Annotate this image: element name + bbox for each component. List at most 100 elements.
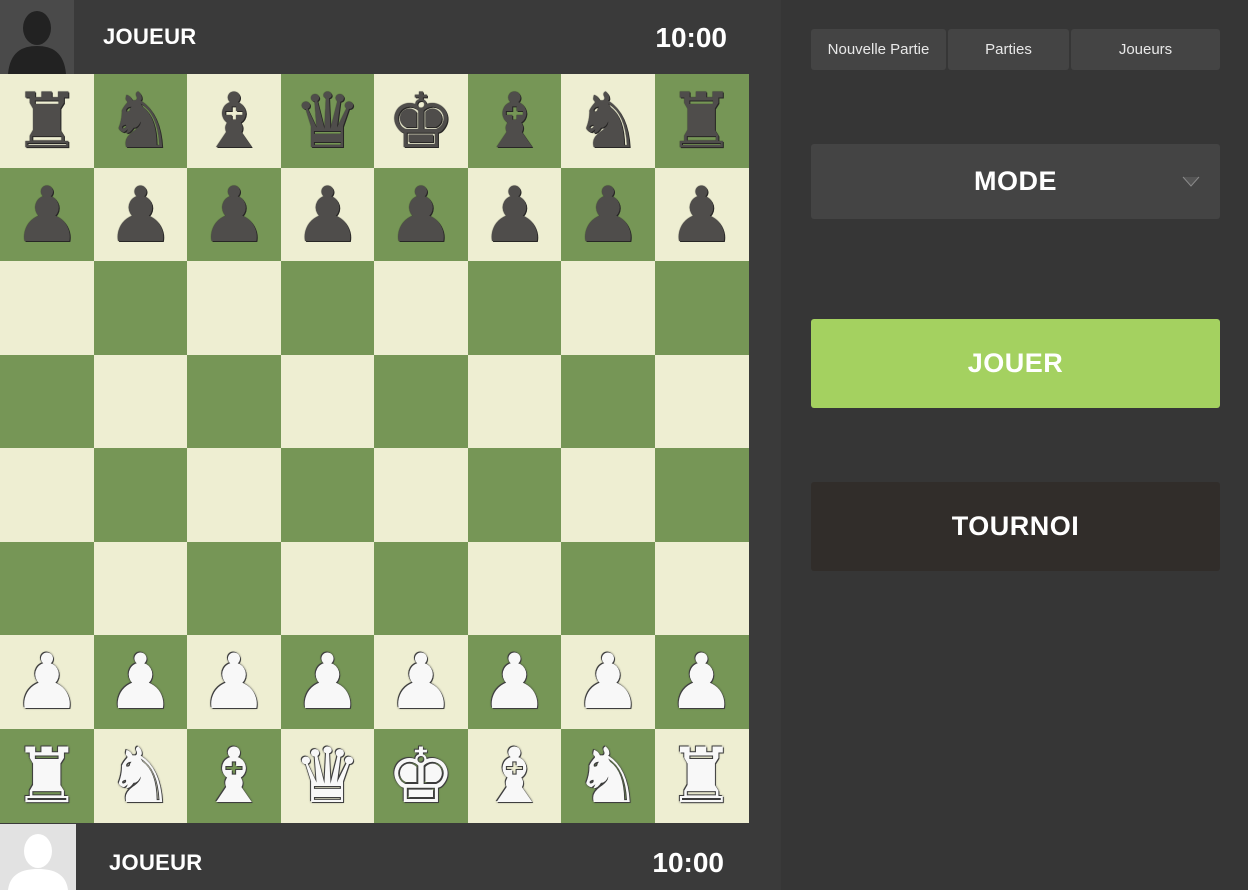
square-g6[interactable] [561,261,655,355]
square-h7[interactable]: ♟ [654,167,749,262]
black-bishop-icon[interactable]: ♝ [480,83,548,159]
square-a6[interactable] [0,261,94,355]
black-rook-icon[interactable]: ♜ [667,83,735,159]
white-knight-icon[interactable]: ♞ [574,737,642,814]
tab-new-game[interactable]: Nouvelle Partie [811,29,946,70]
white-pawn-icon[interactable]: ♟ [387,644,455,720]
square-h4[interactable] [654,448,749,542]
black-rook-icon[interactable]: ♜ [13,83,81,159]
square-d7[interactable]: ♟ [280,167,375,262]
square-e5[interactable] [374,354,468,449]
square-h3[interactable] [654,541,749,636]
square-d2[interactable]: ♟ [280,635,375,729]
square-e7[interactable]: ♟ [374,167,468,262]
white-pawn-icon[interactable]: ♟ [106,644,174,720]
white-rook-icon[interactable]: ♜ [13,737,81,814]
black-pawn-icon[interactable]: ♟ [480,176,548,253]
square-f5[interactable] [467,354,562,449]
square-d5[interactable] [280,354,375,449]
white-pawn-icon[interactable]: ♟ [293,644,361,720]
black-pawn-icon[interactable]: ♟ [293,176,361,253]
white-pawn-icon[interactable]: ♟ [200,644,268,720]
square-h2[interactable]: ♟ [654,635,749,729]
square-f8[interactable]: ♝ [467,74,562,168]
white-queen-icon[interactable]: ♛ [293,737,361,814]
play-button[interactable]: JOUER [811,319,1220,408]
square-c2[interactable]: ♟ [187,635,281,729]
square-b6[interactable] [93,261,188,355]
square-a4[interactable] [0,448,94,542]
black-queen-icon[interactable]: ♛ [293,83,361,159]
white-knight-icon[interactable]: ♞ [106,737,174,814]
square-h1[interactable]: ♜ [654,728,749,823]
square-e2[interactable]: ♟ [374,635,468,729]
square-e4[interactable] [374,448,468,542]
square-h8[interactable]: ♜ [654,74,749,168]
square-g3[interactable] [561,541,655,636]
mode-dropdown[interactable]: MODE [811,144,1220,219]
white-bishop-icon[interactable]: ♝ [200,737,268,814]
square-g5[interactable] [561,354,655,449]
square-b3[interactable] [93,541,188,636]
square-f3[interactable] [467,541,562,636]
square-a5[interactable] [0,354,94,449]
square-f6[interactable] [467,261,562,355]
square-f1[interactable]: ♝ [467,728,562,823]
square-a2[interactable]: ♟ [0,635,94,729]
square-d1[interactable]: ♛ [280,728,375,823]
square-c6[interactable] [187,261,281,355]
black-pawn-icon[interactable]: ♟ [667,176,735,253]
square-e3[interactable] [374,541,468,636]
square-c5[interactable] [187,354,281,449]
white-pawn-icon[interactable]: ♟ [13,644,81,720]
square-g2[interactable]: ♟ [561,635,655,729]
square-c3[interactable] [187,541,281,636]
tournament-button[interactable]: TOURNOI [811,482,1220,571]
square-e1[interactable]: ♚ [374,728,468,823]
white-bishop-icon[interactable]: ♝ [480,737,548,814]
black-knight-icon[interactable]: ♞ [574,83,642,159]
square-b2[interactable]: ♟ [93,635,188,729]
white-rook-icon[interactable]: ♜ [667,737,735,814]
square-b8[interactable]: ♞ [93,74,188,168]
square-a1[interactable]: ♜ [0,728,94,823]
black-pawn-icon[interactable]: ♟ [387,176,455,253]
square-c7[interactable]: ♟ [187,167,281,262]
square-c4[interactable] [187,448,281,542]
square-c8[interactable]: ♝ [187,74,281,168]
square-e6[interactable] [374,261,468,355]
square-d8[interactable]: ♛ [280,74,375,168]
square-d6[interactable] [280,261,375,355]
black-king-icon[interactable]: ♚ [387,83,455,159]
black-pawn-icon[interactable]: ♟ [13,176,81,253]
square-f2[interactable]: ♟ [467,635,562,729]
square-g8[interactable]: ♞ [561,74,655,168]
black-bishop-icon[interactable]: ♝ [200,83,268,159]
square-c1[interactable]: ♝ [187,728,281,823]
black-pawn-icon[interactable]: ♟ [106,176,174,253]
square-b7[interactable]: ♟ [93,167,188,262]
white-king-icon[interactable]: ♚ [387,737,455,814]
square-e8[interactable]: ♚ [374,74,468,168]
tab-games[interactable]: Parties [948,29,1069,70]
square-b1[interactable]: ♞ [93,728,188,823]
square-d3[interactable] [280,541,375,636]
square-b4[interactable] [93,448,188,542]
square-a8[interactable]: ♜ [0,74,94,168]
tab-players[interactable]: Joueurs [1071,29,1220,70]
square-g4[interactable] [561,448,655,542]
chess-board[interactable]: ♜ ♞ ♝ ♛ ♚ ♝ ♞ ♜ ♟ ♟ ♟ ♟ ♟ ♟ ♟ ♟ ♟ ♟ ♟ ♟ ♟ ♟ ♟ ♟ ♜ ♞ ♝ ♛ ♚ ♝ ♞ ♜ [0,74,749,824]
square-h6[interactable] [654,261,749,355]
square-a3[interactable] [0,541,94,636]
square-a7[interactable]: ♟ [0,167,94,262]
white-pawn-icon[interactable]: ♟ [574,644,642,720]
square-b5[interactable] [93,354,188,449]
white-pawn-icon[interactable]: ♟ [480,644,548,720]
square-f7[interactable]: ♟ [467,167,562,262]
square-f4[interactable] [467,448,562,542]
black-knight-icon[interactable]: ♞ [106,83,174,159]
white-pawn-icon[interactable]: ♟ [667,644,735,720]
square-g7[interactable]: ♟ [561,167,655,262]
square-g1[interactable]: ♞ [561,728,655,823]
square-h5[interactable] [654,354,749,449]
